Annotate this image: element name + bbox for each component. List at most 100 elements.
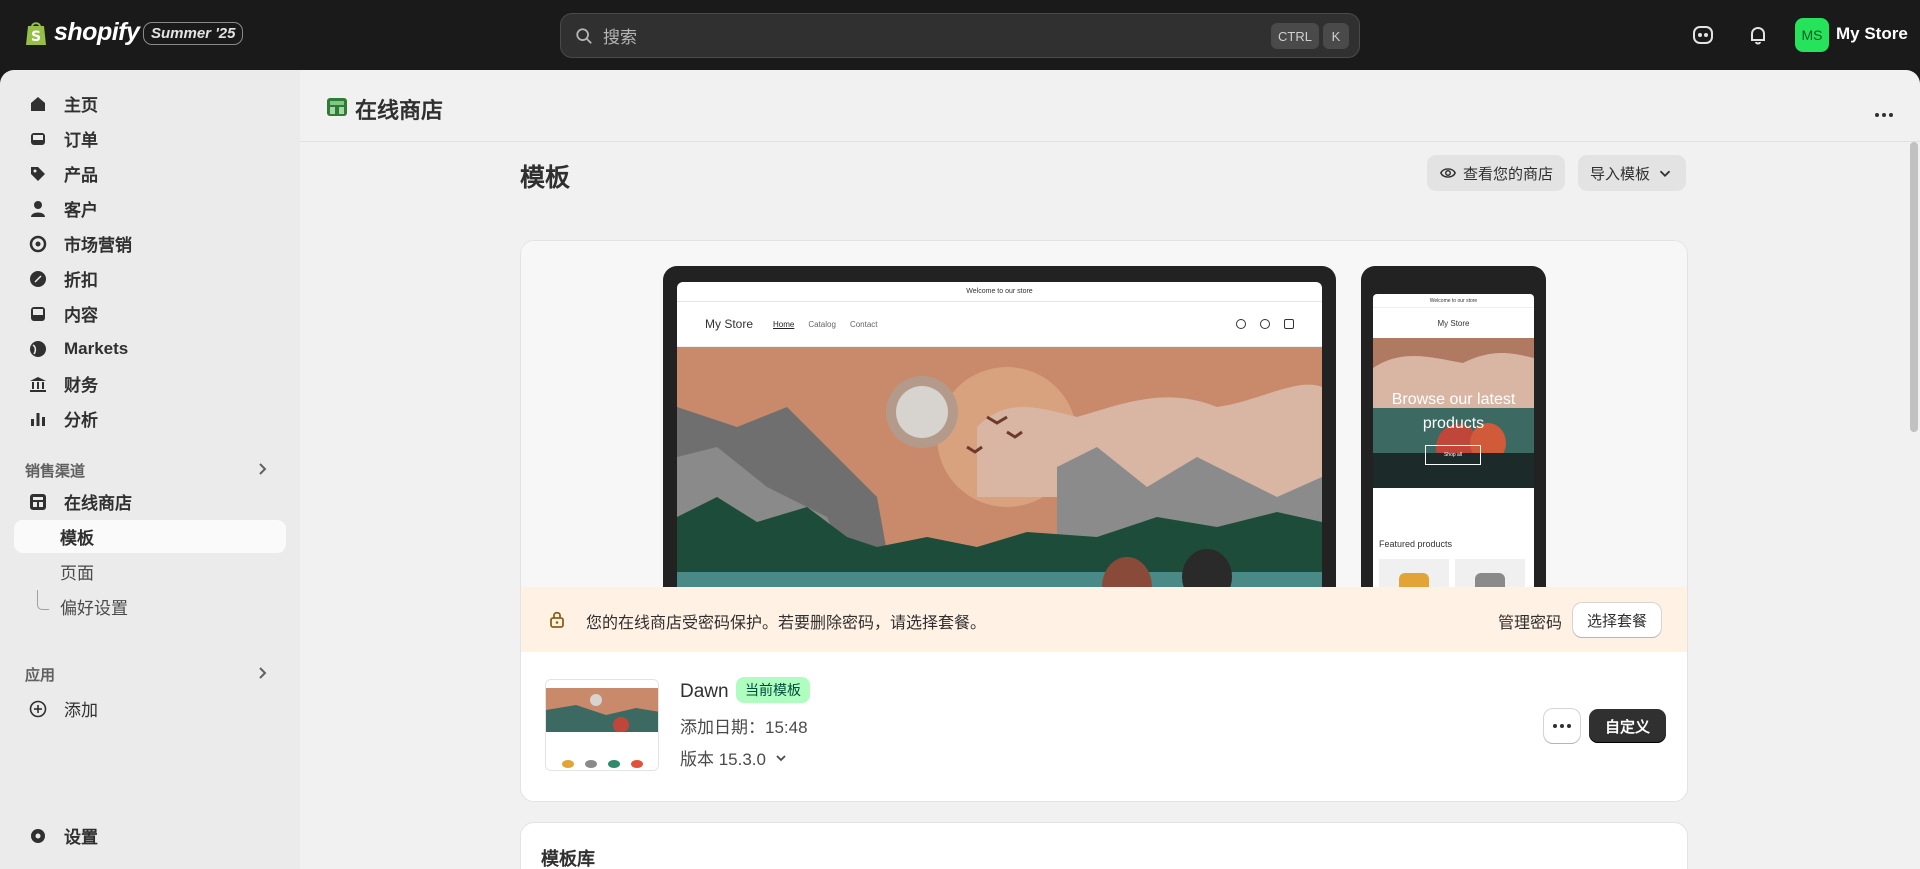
preview-shop-all: Shop all bbox=[1425, 445, 1481, 465]
sidekick-icon[interactable] bbox=[1690, 22, 1716, 48]
sidebar-item-finance[interactable]: 财务 bbox=[14, 367, 286, 400]
sidebar-item-themes[interactable]: 模板 bbox=[14, 520, 286, 553]
store-icon bbox=[30, 493, 46, 510]
preview-nav-contact: Contact bbox=[849, 319, 878, 329]
sidebar-item-preferences[interactable]: 偏好设置 bbox=[14, 590, 286, 623]
preview-announcement: Welcome to our store bbox=[677, 282, 1322, 302]
plus-circle-icon bbox=[29, 700, 47, 717]
import-theme-button[interactable]: 导入模板 bbox=[1578, 155, 1687, 191]
sidebar-item-label: 偏好设置 bbox=[60, 599, 128, 618]
sidebar-item-products[interactable]: 产品 bbox=[14, 157, 286, 190]
sidebar-item-discounts[interactable]: 折扣 bbox=[14, 262, 286, 295]
inbox-icon bbox=[31, 132, 45, 145]
customize-button[interactable]: 自定义 bbox=[1589, 709, 1667, 743]
sidebar-item-label: 客户 bbox=[64, 201, 98, 220]
preview-nav: My Store Home Catalog Contact bbox=[677, 302, 1322, 347]
current-theme-card: Welcome to our store My Store Home Catal… bbox=[520, 240, 1688, 802]
sidebar-item-settings[interactable]: 设置 bbox=[14, 819, 286, 852]
chevron-down-icon bbox=[776, 754, 786, 761]
home-icon bbox=[31, 96, 45, 111]
sidebar-item-label: 设置 bbox=[64, 828, 98, 847]
discount-icon bbox=[30, 270, 46, 287]
more-options-icon[interactable] bbox=[1873, 102, 1894, 122]
sidebar-item-label: 在线商店 bbox=[64, 494, 132, 513]
sidebar-item-analytics[interactable]: 分析 bbox=[14, 402, 286, 435]
edition-badge[interactable]: Summer '25 bbox=[143, 22, 244, 45]
theme-actions-button[interactable] bbox=[1544, 709, 1580, 743]
sidebar-item-label: 订单 bbox=[64, 131, 98, 150]
theme-version-toggle[interactable]: 版本 15.3.0 bbox=[680, 745, 788, 770]
sidebar-item-label: 折扣 bbox=[64, 271, 98, 290]
preview-cart-icon bbox=[1284, 319, 1294, 329]
preview-mobile-nav: My Store bbox=[1373, 308, 1534, 338]
lock-icon bbox=[550, 611, 564, 628]
scrollbar[interactable] bbox=[1910, 142, 1918, 432]
avatar[interactable]: MS bbox=[1795, 18, 1829, 52]
globe-icon bbox=[30, 340, 46, 357]
tag-icon bbox=[31, 166, 45, 181]
preview-nav-catalog: Catalog bbox=[808, 319, 836, 329]
page-title: 模板 bbox=[520, 164, 571, 192]
mobile-preview: Welcome to our store My Store Browse our… bbox=[1361, 266, 1546, 587]
sidebar-item-marketing[interactable]: 市场营销 bbox=[14, 227, 286, 260]
sidebar-item-label: Markets bbox=[64, 338, 129, 358]
preview-account-icon bbox=[1260, 319, 1270, 329]
top-bar: S shopify Summer '25 搜索 CTRL K MS My Sto… bbox=[0, 0, 1920, 70]
shortcut-k-key: K bbox=[1323, 23, 1349, 49]
bank-icon bbox=[30, 376, 46, 392]
apps-title: 应用 bbox=[25, 667, 56, 684]
view-store-button[interactable]: 查看您的商店 bbox=[1427, 155, 1566, 191]
theme-name: Dawn bbox=[680, 681, 729, 702]
sidebar-item-content[interactable]: 内容 bbox=[14, 297, 286, 330]
search-bar[interactable]: 搜索 CTRL K bbox=[560, 13, 1360, 58]
shopify-bag-icon: S bbox=[26, 21, 46, 45]
preview-search-icon bbox=[1236, 319, 1246, 329]
search-icon bbox=[576, 27, 592, 44]
import-theme-label: 导入模板 bbox=[1590, 165, 1651, 183]
theme-preview[interactable]: Welcome to our store My Store Home Catal… bbox=[521, 241, 1687, 587]
sidebar-item-pages[interactable]: 页面 bbox=[14, 555, 286, 588]
sidebar-item-label: 页面 bbox=[60, 564, 94, 583]
theme-version: 版本 15.3.0 bbox=[680, 750, 766, 769]
sales-channels-title: 销售渠道 bbox=[25, 463, 86, 480]
preview-mobile-hero: Browse our latest products Shop all bbox=[1373, 338, 1534, 488]
manage-password-link[interactable]: 管理密码 bbox=[1498, 609, 1562, 633]
sidebar-item-label: 添加 bbox=[64, 701, 98, 720]
gear-icon bbox=[31, 828, 45, 843]
sidebar-item-customers[interactable]: 客户 bbox=[14, 192, 286, 225]
choose-plan-button[interactable]: 选择套餐 bbox=[1573, 603, 1662, 637]
store-name[interactable]: My Store bbox=[1836, 24, 1908, 44]
preview-mobile-announcement: Welcome to our store bbox=[1373, 294, 1534, 308]
current-theme-badge: 当前模板 bbox=[736, 677, 810, 703]
shortcut-ctrl-key: CTRL bbox=[1271, 23, 1319, 49]
password-banner: 您的在线商店受密码保护。若要删除密码，请选择套餐。 管理密码 选择套餐 bbox=[521, 587, 1687, 652]
svg-text:S: S bbox=[31, 29, 41, 45]
bell-icon[interactable] bbox=[1745, 22, 1771, 48]
theme-library-card: 模板库 bbox=[520, 822, 1688, 869]
banner-text: 您的在线商店受密码保护。若要删除密码，请选择套餐。 bbox=[586, 615, 987, 632]
header-title: 在线商店 bbox=[355, 98, 444, 123]
preview-hero-text: Browse our latest products bbox=[1391, 391, 1516, 432]
chart-icon bbox=[31, 412, 45, 426]
sidebar-item-label: 市场营销 bbox=[64, 236, 132, 255]
sidebar-item-label: 产品 bbox=[64, 166, 98, 185]
desktop-preview: Welcome to our store My Store Home Catal… bbox=[663, 266, 1336, 587]
sidebar-item-markets[interactable]: Markets bbox=[14, 332, 286, 365]
sidebar-item-label: 内容 bbox=[64, 306, 98, 325]
sidebar-item-add-app[interactable]: 添加 bbox=[14, 692, 286, 725]
theme-added-date: 添加日期：15:48 bbox=[680, 718, 808, 737]
chevron-right-icon[interactable] bbox=[254, 665, 270, 681]
sidebar-item-online-store[interactable]: 在线商店 bbox=[14, 485, 286, 518]
sidebar-item-orders[interactable]: 订单 bbox=[14, 122, 286, 155]
theme-library-title: 模板库 bbox=[541, 849, 595, 869]
search-placeholder: 搜索 bbox=[603, 28, 637, 47]
shopify-logo[interactable]: S shopify bbox=[24, 18, 140, 47]
sidebar-item-home[interactable]: 主页 bbox=[14, 87, 286, 120]
sidebar-item-label: 模板 bbox=[60, 529, 94, 548]
chevron-right-icon[interactable] bbox=[254, 461, 270, 477]
current-theme-row: Dawn 当前模板 添加日期：15:48 版本 15.3.0 自定义 bbox=[521, 652, 1687, 801]
preview-featured: Featured products bbox=[1379, 539, 1453, 549]
preview-mobile-store-name: My Store bbox=[1437, 318, 1470, 328]
hero-illustration bbox=[677, 347, 1322, 587]
theme-thumbnail[interactable] bbox=[545, 679, 659, 771]
